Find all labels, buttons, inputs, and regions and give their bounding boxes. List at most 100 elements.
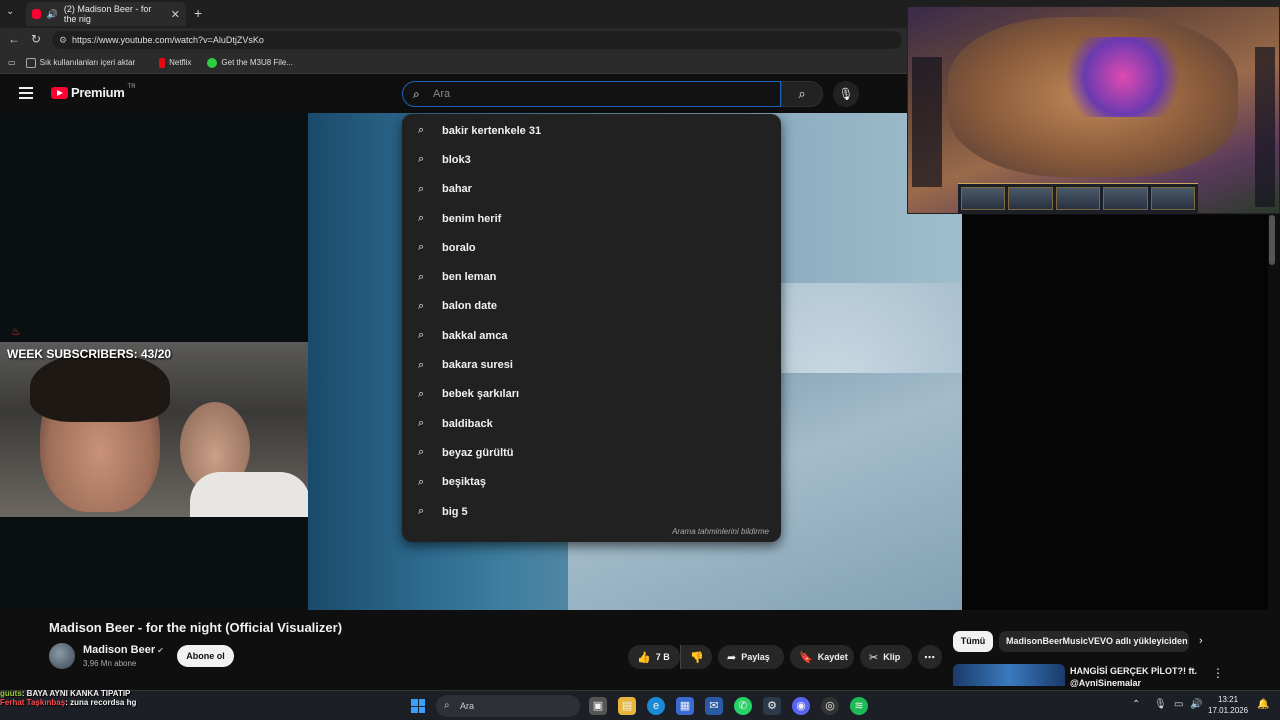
share-label: Paylaş <box>741 652 770 662</box>
search-box: ⌕ <box>402 81 781 107</box>
logo-text: Premium <box>71 85 125 100</box>
search-icon: ⌕ <box>418 387 425 400</box>
url-field[interactable]: ⚙ https://www.youtube.com/watch?v=AluDtj… <box>52 31 902 49</box>
search-icon: ⌕ <box>418 212 425 225</box>
search-icon: ⌕ <box>418 153 425 166</box>
search-icon: ⌕ <box>418 241 425 254</box>
suggestion-item[interactable]: ⌕ ben leman <box>402 262 781 291</box>
network-icon[interactable]: ▭ <box>1174 699 1183 710</box>
channel-name-row[interactable]: Madison Beer ✔ <box>83 644 164 656</box>
browser-tab-active[interactable]: 🔊 (2) Madison Beer - for the nig ✕ <box>26 2 186 26</box>
microphone-icon: 🎙 <box>838 87 854 101</box>
like-count: 7 B <box>655 652 670 662</box>
page-scrollbar[interactable] <box>1269 215 1275 265</box>
bookmark-label: Sık kullanılanları içeri aktar <box>39 58 136 67</box>
suggestion-item[interactable]: ⌕ bakkal amca <box>402 321 781 350</box>
suggestion-text: bakara suresi <box>442 359 513 372</box>
like-button[interactable]: 👍 7 B <box>628 645 680 669</box>
share-button[interactable]: ➦ Paylaş <box>718 645 784 669</box>
microphone-icon[interactable]: 🎙 <box>1154 699 1167 710</box>
spotify-icon[interactable]: ≋ <box>850 697 868 715</box>
game-overlay <box>907 6 1280 214</box>
clock[interactable]: 13:21 17.01.2026 <box>1208 694 1248 716</box>
search-suggestions: ⌕ bakir kertenkele 31 ⌕ blok3 ⌕ bahar ⌕ beni… <box>402 114 781 542</box>
mail-icon[interactable]: ✉ <box>705 697 723 715</box>
bookmark-m3u8[interactable]: Get the M3U8 File... <box>207 57 293 68</box>
steam-icon[interactable]: ⚙ <box>763 697 781 715</box>
close-tab-icon[interactable]: ✕ <box>171 8 180 21</box>
chip-all[interactable]: Tümü <box>953 631 993 652</box>
site-info-icon[interactable]: ⚙ <box>59 31 67 49</box>
new-tab-icon[interactable]: + <box>194 5 202 21</box>
reading-list-icon[interactable]: ▭ <box>8 58 16 67</box>
reload-icon[interactable]: ↻ <box>31 32 41 46</box>
notification-icon[interactable]: 🔔 <box>1257 699 1269 710</box>
save-button[interactable]: 🔖 Kaydet <box>790 645 854 669</box>
taskbar-search[interactable]: ⌕ Ara <box>436 695 580 717</box>
more-vert-icon[interactable]: ⋮ <box>1212 666 1224 680</box>
suggestion-item[interactable]: ⌕ baldiback <box>402 409 781 438</box>
edge-icon[interactable]: e <box>647 697 665 715</box>
speaker-icon[interactable]: 🔊 <box>47 9 58 20</box>
week-subscribers-counter: WEEK SUBSCRIBERS: 43/20 <box>7 347 172 361</box>
channel-avatar[interactable] <box>49 643 75 669</box>
suggestion-item[interactable]: ⌕ beyaz gürültü <box>402 438 781 467</box>
suggestion-text: beşiktaş <box>442 476 487 489</box>
suggestion-item[interactable]: ⌕ bebek şarkıları <box>402 380 781 409</box>
file-explorer-icon[interactable]: ▤ <box>618 697 636 715</box>
menu-icon[interactable] <box>19 87 33 102</box>
whatsapp-icon[interactable]: ✆ <box>734 697 752 715</box>
game-player-list <box>912 57 942 187</box>
chrome-icon[interactable]: ◎ <box>821 697 839 715</box>
bookmark-import[interactable]: Sık kullanılanları içeri aktar <box>25 57 136 68</box>
windows-start-icon[interactable] <box>411 699 425 713</box>
search-input[interactable] <box>433 86 763 102</box>
tab-title: (2) Madison Beer - for the nig <box>63 4 152 24</box>
youtube-favicon-icon <box>32 9 41 19</box>
suggestion-item[interactable]: ⌕ boralo <box>402 233 781 262</box>
voice-search-button[interactable]: 🎙 <box>833 81 859 107</box>
suggestion-text: big 5 <box>442 505 468 518</box>
clock-time: 13:21 <box>1218 695 1239 704</box>
suggestion-item[interactable]: ⌕ blok3 <box>402 145 781 174</box>
back-icon[interactable]: ← <box>8 32 20 46</box>
discord-icon[interactable]: ◉ <box>792 697 810 715</box>
suggestion-item[interactable]: ⌕ beşiktaş <box>402 468 781 497</box>
more-icon: ⋯ <box>924 651 935 664</box>
clip-button[interactable]: ✂ Klip <box>860 645 912 669</box>
windows-taskbar: ⌕ Ara ▣ ▤ e ▦ ✉ ✆ ⚙ ◉ ◎ ≋ ⌃ 🎙 ▭ 🔊 13:21 … <box>0 690 1280 720</box>
search-icon: ⌕ <box>444 700 450 711</box>
search-button[interactable]: ⌕ <box>781 81 823 107</box>
suggestion-text: blok3 <box>442 153 471 166</box>
more-actions-button[interactable]: ⋯ <box>918 645 942 669</box>
report-predictions-link[interactable]: Arama tahminlerini bildirme <box>672 527 769 536</box>
game-side-panel <box>1255 47 1275 207</box>
search-icon: ⌕ <box>418 475 425 488</box>
webcam-overlay <box>0 342 308 517</box>
chevron-right-icon[interactable]: › <box>1199 635 1203 647</box>
bookmark-netflix[interactable]: Netflix <box>159 57 191 68</box>
task-view-icon[interactable]: ▣ <box>589 697 607 715</box>
volume-icon[interactable]: 🔊 <box>1190 699 1202 710</box>
dislike-button[interactable]: 👎 <box>680 645 712 669</box>
search-icon: ⌕ <box>418 299 425 312</box>
suggestion-text: benim herif <box>442 212 502 225</box>
suggestion-text: bakkal amca <box>442 329 508 342</box>
chevron-up-icon[interactable]: ⌃ <box>1132 699 1140 710</box>
scissors-icon: ✂ <box>869 651 879 664</box>
recommendation-thumbnail[interactable] <box>953 664 1065 686</box>
recommendation-title[interactable]: HANGİSİ GERÇEK PİLOT?! ft. @AyniSinemala… <box>1070 665 1205 687</box>
store-icon[interactable]: ▦ <box>676 697 694 715</box>
suggestion-item[interactable]: ⌕ big 5 <box>402 497 781 526</box>
youtube-logo[interactable]: Premium TR <box>51 84 136 100</box>
subscribe-button[interactable]: Abone ol <box>177 645 234 667</box>
suggestion-item[interactable]: ⌕ bakara suresi <box>402 350 781 379</box>
suggestion-item[interactable]: ⌕ balon date <box>402 292 781 321</box>
suggestion-item[interactable]: ⌕ bahar <box>402 175 781 204</box>
suggestion-text: baldiback <box>442 417 493 430</box>
chip-channel[interactable]: MadisonBeerMusicVEVO adlı yükleyiciden <box>999 631 1189 652</box>
tab-list-chevron-icon[interactable]: ⌄ <box>6 6 14 17</box>
youtube-play-icon <box>51 86 68 99</box>
suggestion-item[interactable]: ⌕ bakir kertenkele 31 <box>402 116 781 145</box>
suggestion-item[interactable]: ⌕ benim herif <box>402 204 781 233</box>
